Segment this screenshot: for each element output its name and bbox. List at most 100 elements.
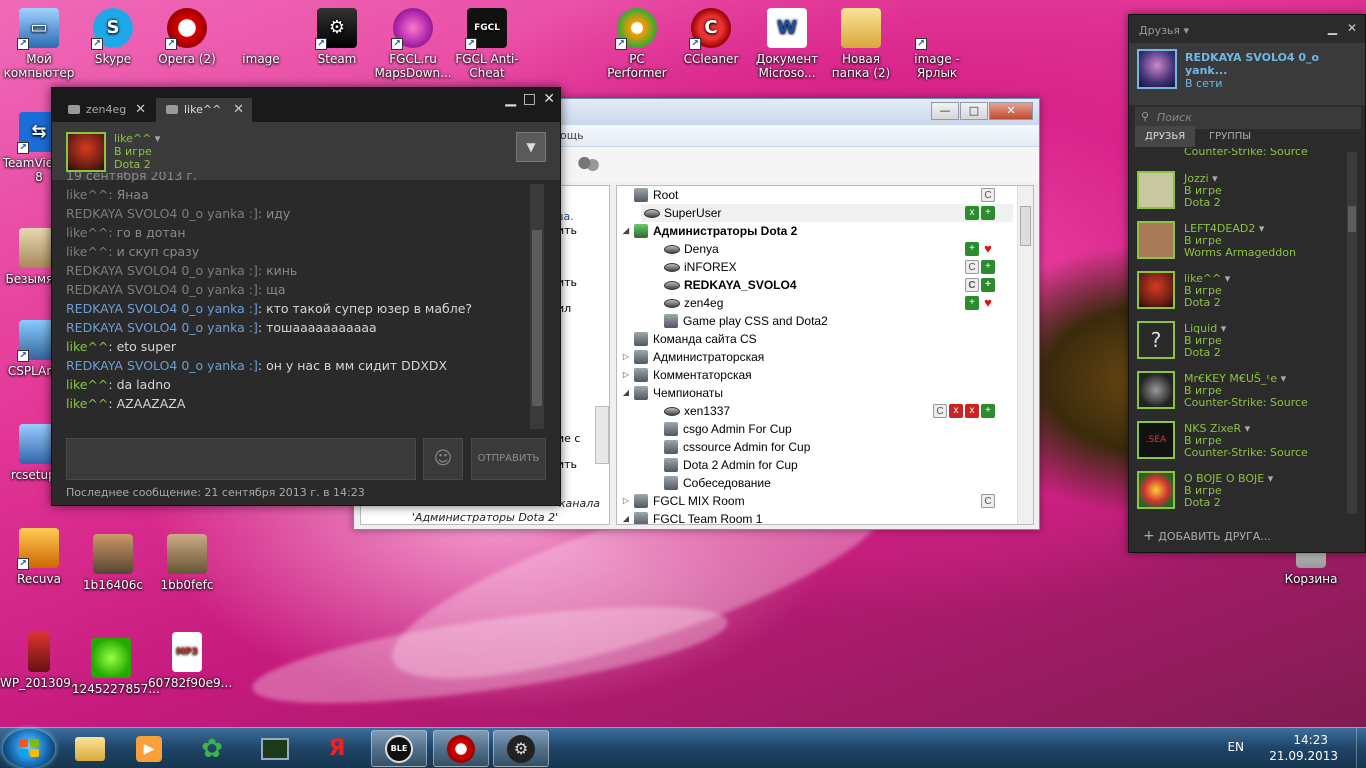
tree-row-dota-cup[interactable]: Dota 2 Admin for Cup xyxy=(661,456,1013,474)
desktop-icon-opera[interactable]: ↗ Opera (2) xyxy=(148,8,226,66)
friend-item[interactable]: LEFT4DEAD2 ▾ В игре Worms Armageddon xyxy=(1135,215,1345,265)
tree-row-root[interactable]: Root C xyxy=(621,186,1013,204)
desktop-icon-word-doc[interactable]: W Документ Microso... xyxy=(748,8,826,80)
tree-row-zen4eg[interactable]: zen4eg + ♥ xyxy=(661,294,1013,312)
friend-item[interactable]: Mr€KEY M€UŠ_ᵋe ▾ В игре Counter-Strike: So… xyxy=(1135,365,1345,415)
tree-row-admin-room[interactable]: ▷ Администраторская xyxy=(621,348,1013,366)
collapse-arrow-icon[interactable]: ▷ xyxy=(621,492,631,510)
my-profile[interactable]: REDKAYA SVOLO4 0_o yank... В сети xyxy=(1129,43,1365,105)
add-friend-button[interactable]: + ДОБАВИТЬ ДРУГА... xyxy=(1143,528,1271,544)
steam-chat-window[interactable]: zen4eg ✕ like^^ ✕ ▁ □ ✕ like^^ ▾ В игре … xyxy=(51,87,561,506)
tree-row-gameplay[interactable]: Game play CSS and Dota2 xyxy=(661,312,1013,330)
expand-arrow-icon[interactable]: ◢ xyxy=(621,384,631,402)
desktop-icon-steam[interactable]: ⚙ ↗ Steam xyxy=(298,8,376,66)
info-scrollbar[interactable] xyxy=(595,406,609,464)
tree-row-dota-admins[interactable]: ◢ Администраторы Dota 2 xyxy=(621,222,1013,240)
desktop-icon-wp-photo[interactable]: WP_201309... xyxy=(0,632,82,690)
desktop-icon-my-computer[interactable]: ▭ ↗ Мой компьютер xyxy=(0,8,78,80)
chat-options-button[interactable]: ▼ xyxy=(516,132,546,162)
friend-name[interactable]: like^^ xyxy=(114,132,151,145)
friends-title[interactable]: Друзья ▾ xyxy=(1139,24,1189,37)
steam-friends-window[interactable]: Друзья ▾ ▁ ✕ REDKAYA SVOLO4 0_o yank... … xyxy=(1128,14,1366,553)
friends-scrollbar[interactable] xyxy=(1347,152,1357,514)
scrollbar-thumb[interactable] xyxy=(1020,206,1031,246)
friends-list[interactable]: Counter-Strike: Source Jozzi ▾ В игре Dota… xyxy=(1135,148,1345,518)
taskbar-media-player[interactable]: ▶ xyxy=(121,730,177,767)
taskbar-task-manager[interactable] xyxy=(247,730,303,767)
desktop-icon-1bb0fefc[interactable]: 1bb0fefc xyxy=(148,534,226,592)
chat-scrollbar[interactable] xyxy=(530,184,544,429)
tree-row-team-cs[interactable]: Команда сайта CS xyxy=(621,330,1013,348)
desktop-icon-new-folder[interactable]: Новая папка (2) xyxy=(822,8,900,80)
scrollbar-thumb[interactable] xyxy=(1348,206,1356,232)
chat-tab-zen4eg[interactable]: zen4eg ✕ xyxy=(58,98,154,122)
friend-item[interactable]: like^^ ▾ В игре Dota 2 xyxy=(1135,265,1345,315)
chat-tab-like[interactable]: like^^ ✕ xyxy=(156,98,252,122)
channel-tree[interactable]: Root C SuperUser x + ◢ Администраторы Dota… xyxy=(616,185,1034,525)
expand-arrow-icon[interactable]: ◢ xyxy=(621,510,631,524)
close-button[interactable]: ✕ xyxy=(543,91,555,107)
desktop-icon-1245227857[interactable]: 1245227857... xyxy=(72,638,160,696)
minimize-button[interactable]: ▁ xyxy=(505,91,516,107)
chat-message-input[interactable] xyxy=(66,438,416,480)
desktop-icon-pc-performer[interactable]: ↗ PC Performer xyxy=(598,8,676,80)
tree-row-csgo-cup[interactable]: csgo Admin For Cup xyxy=(661,420,1013,438)
close-tab-icon[interactable]: ✕ xyxy=(135,102,146,117)
desktop-icon-image[interactable]: image xyxy=(222,8,300,66)
friend-item[interactable]: ? Liquid ▾ В игре Dota 2 xyxy=(1135,315,1345,365)
language-indicator[interactable]: EN xyxy=(1227,740,1244,754)
desktop-icon-image-shortcut[interactable]: ↗ image - Ярлык xyxy=(898,8,976,80)
chat-log[interactable]: 19 сентября 2013 г. like^^: Янаа REDKAYA… xyxy=(66,172,530,415)
friend-item[interactable]: O BOJE O BOJE ▾ В игре Dota 2 xyxy=(1135,465,1345,515)
expand-arrow-icon[interactable]: ◢ xyxy=(621,222,631,240)
desktop-icon-recuva[interactable]: ↗ Recuva xyxy=(0,528,78,586)
tree-row-redkaya[interactable]: REDKAYA_SVOLO4 C + xyxy=(661,276,1013,294)
tree-row-denya[interactable]: Denya + ♥ xyxy=(661,240,1013,258)
tree-row-mix-room[interactable]: ▷ FGCL MIX Room C xyxy=(621,492,1013,510)
clock-date[interactable]: 21.09.2013 xyxy=(1269,749,1338,763)
taskbar-explorer[interactable] xyxy=(62,730,118,767)
channel-tree-scrollbar[interactable] xyxy=(1017,186,1033,524)
minimize-button[interactable]: ▁ xyxy=(1328,21,1337,35)
taskbar-yandex[interactable]: Я xyxy=(309,730,365,767)
chevron-down-icon[interactable]: ▾ xyxy=(155,132,161,145)
tree-row-team-room-1[interactable]: ◢ FGCL Team Room 1 xyxy=(621,510,1013,524)
maximize-button[interactable]: □ xyxy=(523,91,536,107)
send-button[interactable]: ОТПРАВИТЬ xyxy=(471,438,546,480)
taskbar-ble[interactable]: BLE xyxy=(371,730,427,767)
friend-avatar[interactable] xyxy=(66,132,106,172)
taskbar-steam[interactable]: ⚙ xyxy=(493,730,549,767)
tree-row-interview[interactable]: Собеседование xyxy=(661,474,1013,492)
collapse-arrow-icon[interactable]: ▷ xyxy=(621,348,631,366)
tree-row-css-cup[interactable]: cssource Admin for Cup xyxy=(661,438,1013,456)
tree-row-xen1337[interactable]: xen1337 Cx x + xyxy=(661,402,1013,420)
tab-groups[interactable]: ГРУППЫ xyxy=(1199,126,1261,147)
start-button[interactable] xyxy=(3,729,55,768)
friend-item[interactable]: Jozzi ▾ В игре Dota 2 xyxy=(1135,165,1345,215)
taskbar-opera[interactable] xyxy=(433,730,489,767)
close-button[interactable]: ✕ xyxy=(1347,21,1357,35)
tree-row-superuser[interactable]: SuperUser x + xyxy=(641,204,1013,222)
tab-friends[interactable]: ДРУЗЬЯ xyxy=(1135,126,1196,147)
collapse-arrow-icon[interactable]: ▷ xyxy=(621,366,631,384)
tree-row-championships[interactable]: ◢ Чемпионаты xyxy=(621,384,1013,402)
taskbar-icq[interactable]: ✿ xyxy=(184,730,240,767)
show-desktop-button[interactable] xyxy=(1356,728,1366,768)
desktop-icon-fgcl-maps[interactable]: ↗ FGCL.ru MapsDown... xyxy=(374,8,452,80)
close-tab-icon[interactable]: ✕ xyxy=(233,102,244,117)
contacts-icon[interactable] xyxy=(576,155,600,175)
desktop-icon-mp3[interactable]: MP3 60782f90e9... xyxy=(148,632,232,690)
friend-item[interactable]: .SEA NKS ZixeR ▾ В игре Counter-Strike: So… xyxy=(1135,415,1345,465)
scrollbar-thumb[interactable] xyxy=(532,230,542,406)
emoticon-button[interactable]: ☺ xyxy=(423,438,463,480)
tree-row-commentators[interactable]: ▷ Комментаторская xyxy=(621,366,1013,384)
my-avatar[interactable] xyxy=(1137,49,1177,89)
close-button[interactable]: ✕ xyxy=(989,102,1033,120)
tree-row-inforex[interactable]: iNFOREX C + xyxy=(661,258,1013,276)
desktop-icon-ccleaner[interactable]: C ↗ CCleaner xyxy=(672,8,750,66)
clock-time[interactable]: 14:23 xyxy=(1293,733,1328,747)
desktop-icon-1b16406c[interactable]: 1b16406c xyxy=(74,534,152,592)
desktop-icon-fgcl-anticheat[interactable]: FGCL ↗ FGCL Anti-Cheat xyxy=(448,8,526,80)
minimize-button[interactable]: — xyxy=(931,102,959,120)
menu-help[interactable]: ощь xyxy=(560,129,584,142)
